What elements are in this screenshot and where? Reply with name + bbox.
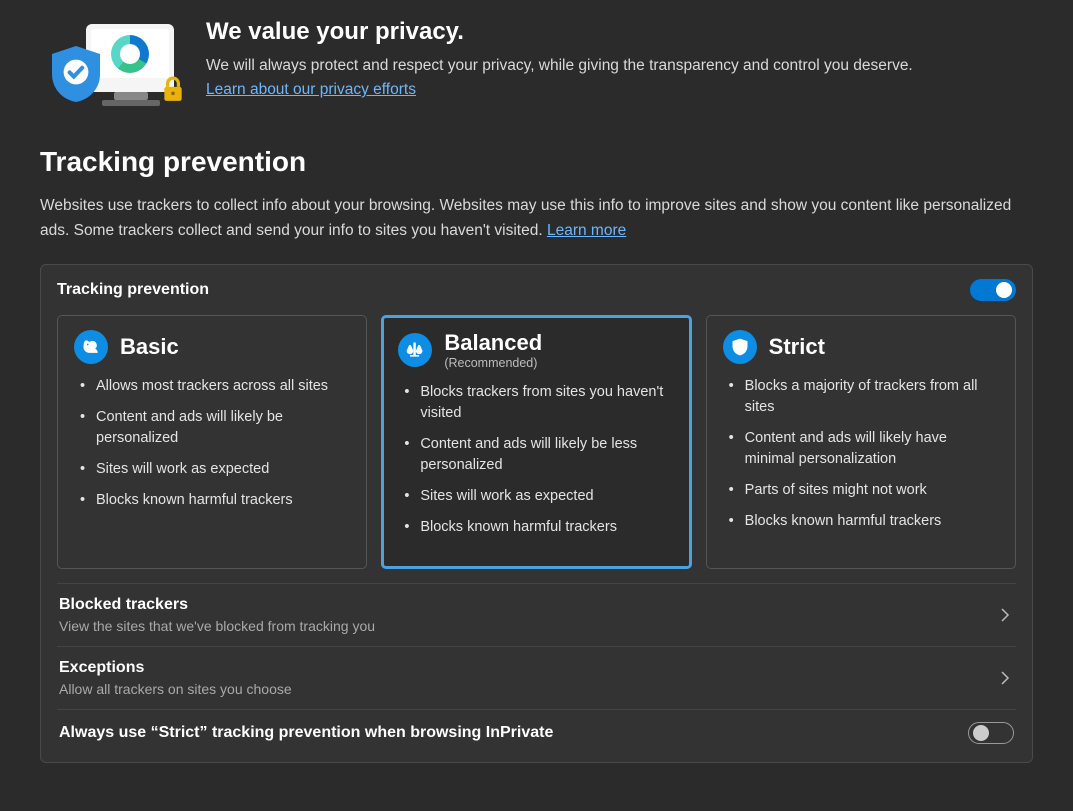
- level-card-basic[interactable]: Basic Allows most trackers across all si…: [57, 315, 367, 569]
- card-subtitle: (Recommended): [444, 356, 542, 370]
- row-title: Always use “Strict” tracking prevention …: [59, 724, 553, 742]
- chevron-right-icon: [996, 669, 1014, 687]
- privacy-illustration: [40, 18, 180, 110]
- shield-icon: [723, 330, 757, 364]
- row-desc: View the sites that we've blocked from t…: [59, 618, 375, 634]
- inprivate-strict-row: Always use “Strict” tracking prevention …: [57, 709, 1016, 756]
- card-bullet: Parts of sites might not work: [727, 480, 999, 501]
- card-bullet: Content and ads will likely be less pers…: [402, 434, 674, 476]
- card-bullet: Blocks trackers from sites you haven't v…: [402, 382, 674, 424]
- balance-scale-icon: [398, 333, 432, 367]
- exceptions-row[interactable]: Exceptions Allow all trackers on sites y…: [57, 646, 1016, 709]
- card-bullet: Blocks known harmful trackers: [727, 511, 999, 532]
- tracking-prevention-desc: Websites use trackers to collect info ab…: [40, 194, 1033, 244]
- row-desc: Allow all trackers on sites you choose: [59, 681, 292, 697]
- hero-title: We value your privacy.: [206, 18, 946, 46]
- card-bullet: Allows most trackers across all sites: [78, 376, 350, 397]
- card-bullet: Blocks known harmful trackers: [402, 517, 674, 538]
- row-title: Blocked trackers: [59, 596, 375, 614]
- inprivate-strict-toggle[interactable]: [968, 722, 1014, 744]
- card-bullet: Content and ads will likely have minimal…: [727, 428, 999, 470]
- card-bullet: Blocks a majority of trackers from all s…: [727, 376, 999, 418]
- hero-body: We will always protect and respect your …: [206, 54, 946, 102]
- blocked-trackers-row[interactable]: Blocked trackers View the sites that we'…: [57, 583, 1016, 646]
- learn-more-link[interactable]: Learn more: [547, 222, 626, 239]
- card-bullet: Sites will work as expected: [78, 459, 350, 480]
- tracking-prevention-panel: Tracking prevention Basic Allows most tr…: [40, 264, 1033, 763]
- lock-icon: [162, 76, 184, 102]
- row-title: Exceptions: [59, 659, 292, 677]
- shield-check-icon: [52, 46, 100, 102]
- level-card-balanced[interactable]: Balanced (Recommended) Blocks trackers f…: [381, 315, 691, 569]
- card-bullet: Sites will work as expected: [402, 486, 674, 507]
- chevron-right-icon: [996, 606, 1014, 624]
- card-title: Balanced: [444, 330, 542, 356]
- card-bullet: Blocks known harmful trackers: [78, 490, 350, 511]
- tracking-desc-text: Websites use trackers to collect info ab…: [40, 197, 1011, 239]
- panel-label: Tracking prevention: [57, 281, 209, 299]
- squirrel-icon: [74, 330, 108, 364]
- card-title: Strict: [769, 334, 825, 360]
- tracking-prevention-toggle[interactable]: [970, 279, 1016, 301]
- card-title: Basic: [120, 334, 179, 360]
- edge-logo-icon: [111, 35, 149, 73]
- card-bullet: Content and ads will likely be personali…: [78, 407, 350, 449]
- level-card-strict[interactable]: Strict Blocks a majority of trackers fro…: [706, 315, 1016, 569]
- privacy-hero: We value your privacy. We will always pr…: [40, 18, 1033, 110]
- tracking-prevention-heading: Tracking prevention: [40, 146, 1033, 178]
- privacy-efforts-link[interactable]: Learn about our privacy efforts: [206, 81, 416, 98]
- hero-body-text: We will always protect and respect your …: [206, 57, 913, 74]
